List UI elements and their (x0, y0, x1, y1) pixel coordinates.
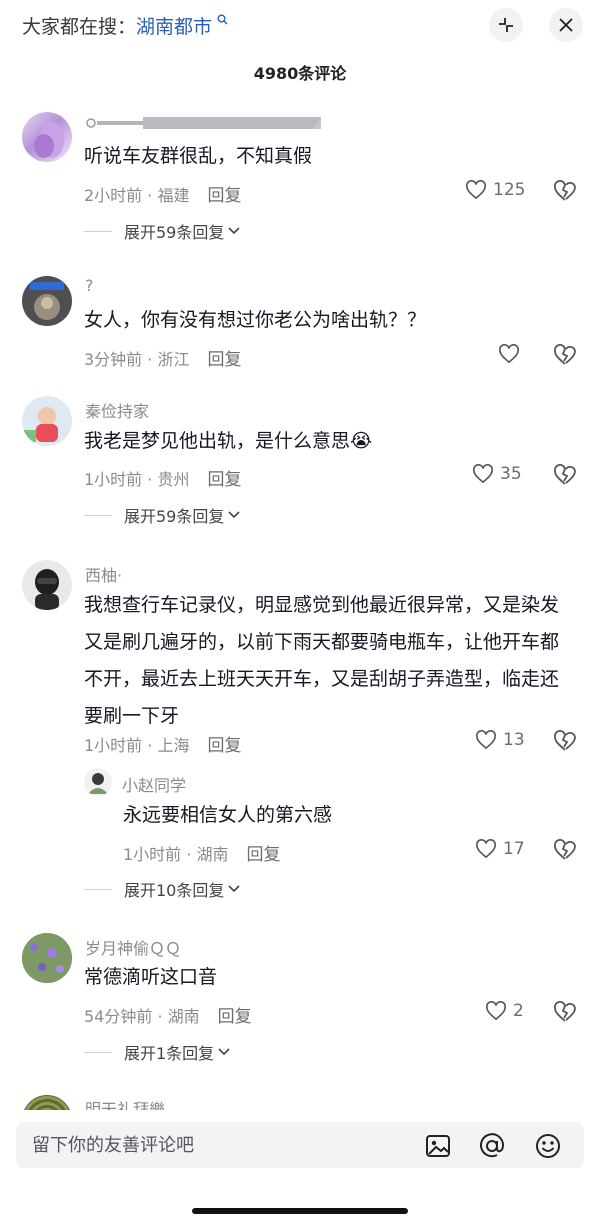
broken-heart-icon[interactable] (553, 344, 577, 366)
comment-time-location: 1小时前 · 上海 (84, 736, 190, 755)
reply-time-location: 1小时前 · 湖南 (123, 845, 229, 864)
avatar[interactable] (22, 276, 72, 326)
like-button[interactable]: 2 (485, 1001, 524, 1021)
like-button[interactable]: 35 (472, 464, 522, 484)
reply-button[interactable]: 回复 (207, 736, 241, 756)
avatar[interactable] (22, 112, 72, 162)
username[interactable]: 西柚· (85, 562, 122, 586)
divider (84, 514, 112, 516)
collapse-button[interactable] (489, 8, 523, 42)
like-button[interactable]: 13 (475, 730, 525, 750)
comment-time-location: 2小时前 · 福建 (84, 186, 190, 205)
comment-input-bar (0, 1110, 600, 1227)
expand-replies-button[interactable]: 展开59条回复 (84, 503, 240, 527)
username-obscured[interactable] (85, 115, 325, 135)
reply-button[interactable]: 回复 (207, 470, 241, 490)
reply-button[interactable]: 回复 (246, 845, 280, 865)
divider (84, 1051, 112, 1053)
heart-outline-icon (473, 464, 493, 484)
heart-outline-icon (476, 730, 496, 750)
username[interactable]: 岁月神偷ＱＱ (85, 935, 181, 959)
comment-meta: 54分钟前 · 湖南 回复 (84, 1002, 252, 1027)
like-button[interactable]: 17 (475, 839, 525, 859)
reply-avatar[interactable] (84, 768, 112, 796)
expand-replies-button[interactable]: 展开10条回复 (84, 877, 240, 901)
broken-heart-icon[interactable] (553, 839, 577, 861)
search-hint-keyword[interactable]: 湖南都市 (136, 16, 212, 38)
avatar[interactable] (22, 560, 72, 610)
reply-button[interactable]: 回复 (218, 1007, 252, 1027)
home-indicator[interactable] (192, 1208, 408, 1214)
comment-count: 4980条评论 (253, 64, 347, 83)
expand-replies-button[interactable]: 展开59条回复 (84, 219, 240, 243)
avatar[interactable] (22, 396, 72, 446)
close-button[interactable] (549, 8, 583, 42)
broken-heart-icon[interactable] (553, 1001, 577, 1023)
like-count: 125 (493, 180, 526, 200)
close-icon (559, 18, 573, 32)
reply-button[interactable]: 回复 (207, 350, 241, 370)
trending-search-hint[interactable]: 大家都在搜：湖南都市 (22, 12, 228, 39)
broken-heart-icon[interactable] (553, 464, 577, 486)
search-hint-prefix: 大家都在搜： (22, 16, 137, 38)
comments-header: 大家都在搜：湖南都市 4980条评论 (0, 0, 600, 100)
search-icon (213, 14, 228, 28)
comment-time-location: 3分钟前 · 浙江 (84, 350, 190, 369)
comment-time-location: 1小时前 · 贵州 (84, 470, 190, 489)
expand-replies-button[interactable]: 展开1条回复 (84, 1040, 230, 1064)
like-count: 13 (503, 730, 525, 750)
like-count: 17 (503, 839, 525, 859)
comment-text: 常德滴听这口音 (84, 966, 218, 988)
comment-input[interactable] (32, 1122, 412, 1168)
broken-heart-icon[interactable] (553, 730, 577, 752)
avatar[interactable] (22, 933, 72, 983)
comment-input-box[interactable] (16, 1122, 584, 1168)
chevron-down-icon (218, 1048, 230, 1056)
chevron-down-icon (228, 885, 240, 893)
username[interactable]: 秦俭持家 (85, 398, 149, 422)
collapse-icon (499, 18, 513, 32)
like-count: 35 (500, 464, 522, 484)
comment-text: 我想查行车记录仪，明显感觉到他最近很异常，又是染发又是刷几遍牙的，以前下雨天都要… (84, 594, 560, 727)
heart-outline-icon (499, 344, 519, 364)
emoji-icon[interactable] (534, 1132, 562, 1160)
divider (84, 888, 112, 890)
comment-time-location: 54分钟前 · 湖南 (84, 1007, 200, 1026)
heart-outline-icon (466, 180, 486, 200)
reply-meta: 1小时前 · 湖南 回复 (123, 840, 280, 865)
like-count: 2 (513, 1001, 524, 1021)
comment-meta: 3分钟前 · 浙江 回复 (84, 345, 241, 370)
comment-meta: 2小时前 · 福建 回复 (84, 181, 241, 206)
chevron-down-icon (228, 511, 240, 519)
image-icon[interactable] (424, 1132, 452, 1160)
comment-meta: 1小时前 · 上海 回复 (84, 731, 241, 756)
like-button[interactable]: 125 (465, 180, 525, 200)
at-icon[interactable] (478, 1132, 506, 1160)
like-button[interactable] (498, 344, 526, 364)
broken-heart-icon[interactable] (553, 180, 577, 202)
comment-meta: 1小时前 · 贵州 回复 (84, 465, 241, 490)
comment-text: 女人，你有没有想过你老公为啥出轨？？ (84, 309, 427, 331)
divider (84, 230, 112, 232)
reply-username[interactable]: 小赵同学 (122, 772, 186, 796)
comment-text: 我老是梦见他出轨，是什么意思😭 (84, 430, 373, 452)
heart-outline-icon (476, 839, 496, 859)
heart-outline-icon (486, 1001, 506, 1021)
comment-text: 听说车友群很乱，不知真假 (84, 145, 313, 167)
chevron-down-icon (228, 227, 240, 235)
reply-text: 永远要相信女人的第六感 (123, 804, 333, 826)
username[interactable]: ? (85, 276, 94, 295)
reply-button[interactable]: 回复 (207, 186, 241, 206)
